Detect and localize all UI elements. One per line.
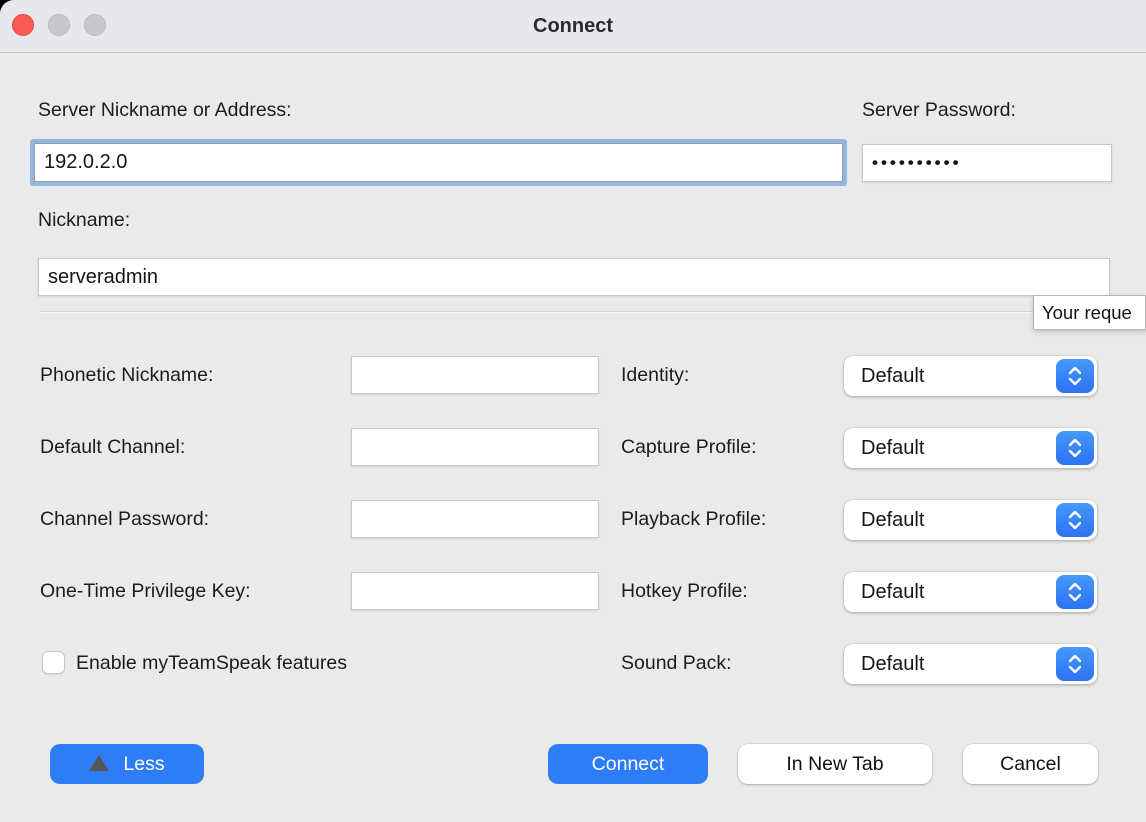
phonetic-nickname-label: Phonetic Nickname: xyxy=(40,364,213,387)
less-button[interactable]: Less xyxy=(50,744,204,784)
server-address-label: Server Nickname or Address: xyxy=(38,99,292,122)
sound-pack-value: Default xyxy=(861,644,924,684)
privilege-key-label: One-Time Privilege Key: xyxy=(40,580,251,603)
hotkey-profile-label: Hotkey Profile: xyxy=(621,580,748,603)
capture-profile-label: Capture Profile: xyxy=(621,436,756,459)
default-channel-label: Default Channel: xyxy=(40,436,185,459)
window-title: Connect xyxy=(0,0,1146,52)
server-password-input[interactable] xyxy=(862,144,1112,182)
connect-button[interactable]: Connect xyxy=(548,744,708,784)
capture-profile-select[interactable]: Default xyxy=(844,428,1097,468)
channel-password-label: Channel Password: xyxy=(40,508,209,531)
in-new-tab-button[interactable]: In New Tab xyxy=(738,744,932,784)
hotkey-profile-value: Default xyxy=(861,572,924,612)
sound-pack-label: Sound Pack: xyxy=(621,652,732,675)
triangle-up-icon xyxy=(89,755,109,771)
playback-profile-value: Default xyxy=(861,500,924,540)
channel-password-input[interactable] xyxy=(351,500,599,538)
tooltip: Your reque xyxy=(1033,295,1146,330)
identity-label: Identity: xyxy=(621,364,689,387)
server-password-label: Server Password: xyxy=(862,99,1016,122)
stepper-icon xyxy=(1056,359,1094,393)
less-button-label: Less xyxy=(123,753,164,776)
stepper-icon xyxy=(1056,647,1094,681)
phonetic-nickname-input[interactable] xyxy=(351,356,599,394)
default-channel-input[interactable] xyxy=(351,428,599,466)
mytemspeak-checkbox[interactable] xyxy=(42,651,65,674)
cancel-button[interactable]: Cancel xyxy=(963,744,1098,784)
focus-ring xyxy=(30,139,847,186)
hotkey-profile-select[interactable]: Default xyxy=(844,572,1097,612)
server-address-input[interactable] xyxy=(34,143,843,182)
identity-value: Default xyxy=(861,356,924,396)
title-bar: Connect xyxy=(0,0,1146,53)
mytemspeak-checkbox-label[interactable]: Enable myTeamSpeak features xyxy=(76,652,347,675)
nickname-label: Nickname: xyxy=(38,209,130,232)
capture-profile-value: Default xyxy=(861,428,924,468)
privilege-key-input[interactable] xyxy=(351,572,599,610)
stepper-icon xyxy=(1056,575,1094,609)
section-divider xyxy=(40,311,1130,313)
connect-dialog: Connect Server Nickname or Address: Serv… xyxy=(0,0,1146,822)
sound-pack-select[interactable]: Default xyxy=(844,644,1097,684)
stepper-icon xyxy=(1056,503,1094,537)
playback-profile-label: Playback Profile: xyxy=(621,508,766,531)
identity-select[interactable]: Default xyxy=(844,356,1097,396)
nickname-input[interactable] xyxy=(38,258,1110,296)
stepper-icon xyxy=(1056,431,1094,465)
playback-profile-select[interactable]: Default xyxy=(844,500,1097,540)
